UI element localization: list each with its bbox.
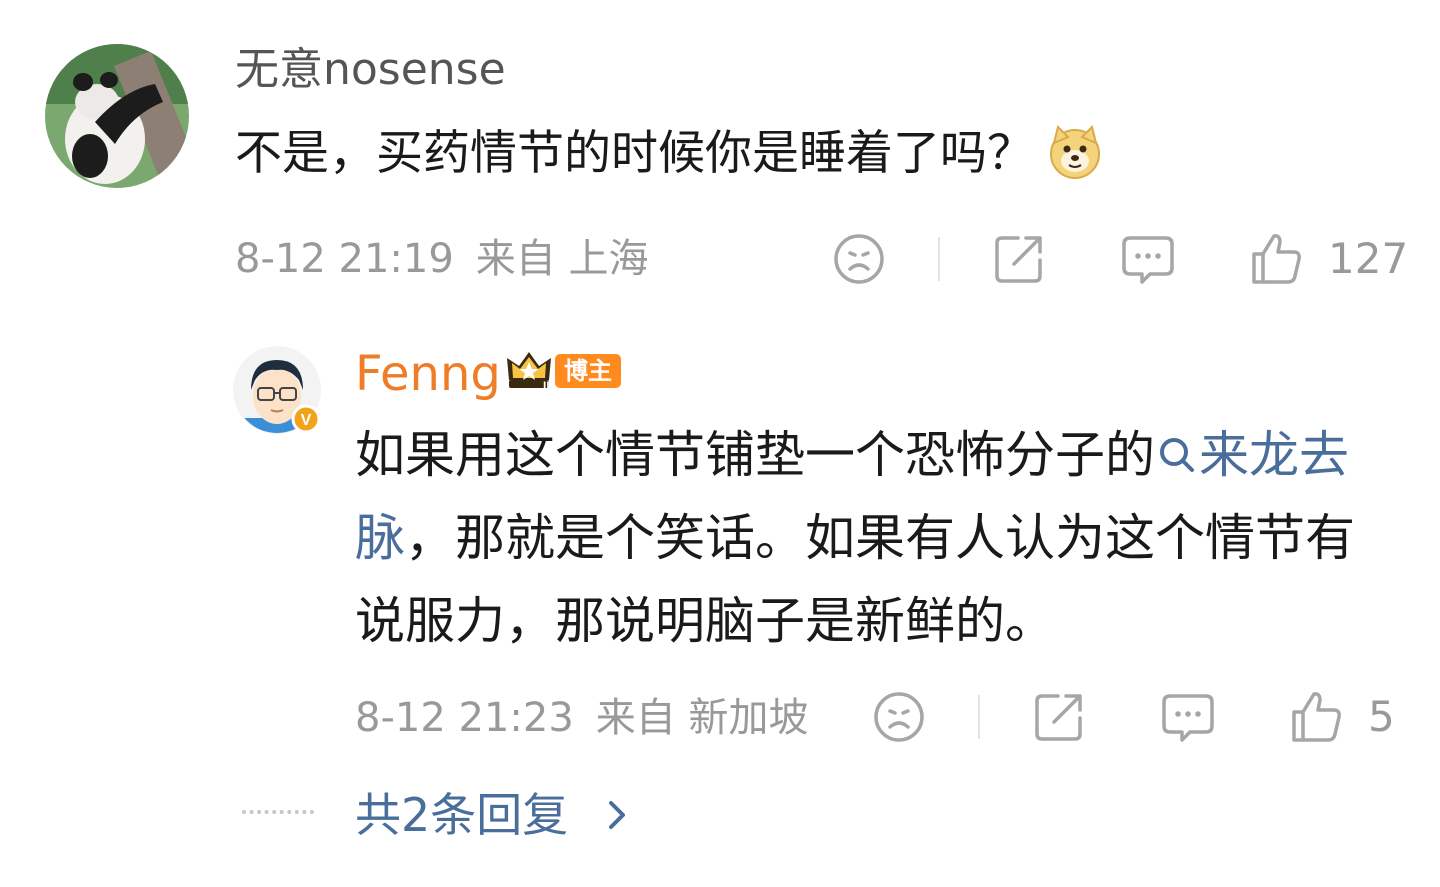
comment-icon[interactable] (1160, 690, 1216, 744)
more-replies-link[interactable]: 共2条回复 (355, 785, 633, 845)
action-divider (978, 695, 980, 739)
comment-username[interactable]: 无意nosense (235, 42, 506, 98)
thumbs-up-icon[interactable] (1290, 690, 1344, 744)
reply-avatar[interactable]: V (233, 346, 325, 438)
crown-badge-icon: II (507, 352, 551, 392)
doge-emoji-icon (1050, 124, 1100, 179)
comment-text-content: 不是，买药情节的时候你是睡着了吗？ (235, 126, 1034, 181)
dislike-face-icon[interactable] (872, 690, 926, 744)
reply-text: 如果用这个情节铺垫一个恐怖分子的 来龙去脉，那就是个笑话。如果有人认为这个情节有说… (355, 414, 1400, 663)
chevron-right-icon (608, 801, 625, 829)
share-icon[interactable] (992, 232, 1046, 286)
reply-username[interactable]: Fenng (355, 344, 501, 404)
search-icon (1160, 438, 1194, 472)
avatar[interactable] (45, 44, 189, 188)
like-count: 5 (1368, 692, 1395, 741)
comment-meta: 8-12 21:19 来自 上海 (235, 233, 649, 285)
action-divider (938, 237, 940, 281)
reply-actions: 5 (872, 690, 1395, 744)
share-icon[interactable] (1032, 690, 1086, 744)
dislike-face-icon[interactable] (832, 232, 886, 286)
reply-text-after: ，那就是个笑话。如果有人认为这个情节有说服力，那说明脑子是新鲜的。 (355, 509, 1355, 650)
comment-icon[interactable] (1120, 232, 1176, 286)
comment-actions: 127 (832, 232, 1408, 286)
like-count: 127 (1328, 234, 1409, 283)
panda-avatar-image (45, 44, 189, 188)
reply-meta: 8-12 21:23 来自 新加坡 (355, 692, 809, 744)
reply-text-before: 如果用这个情节铺垫一个恐怖分子的 (355, 426, 1155, 484)
svg-text:II: II (543, 379, 550, 392)
comment-text: 不是，买药情节的时候你是睡着了吗？ (235, 122, 1102, 186)
thumbs-up-icon[interactable] (1250, 232, 1304, 286)
more-replies-label: 共2条回复 (355, 788, 569, 842)
comment-time: 8-12 21:19 (235, 236, 454, 282)
reply-time: 8-12 21:23 (355, 695, 574, 741)
dotted-separator (242, 810, 314, 820)
blogger-badge: 博主 (555, 354, 621, 388)
comment-thread: 无意nosense 不是，买药情节的时候你是睡着了吗？ 8-12 21:19 来自… (0, 0, 1440, 887)
comment-location: 来自 上海 (475, 236, 649, 282)
cartoon-avatar-image: V (233, 346, 321, 434)
svg-text:V: V (301, 412, 312, 429)
reply-location: 来自 新加坡 (595, 695, 809, 741)
